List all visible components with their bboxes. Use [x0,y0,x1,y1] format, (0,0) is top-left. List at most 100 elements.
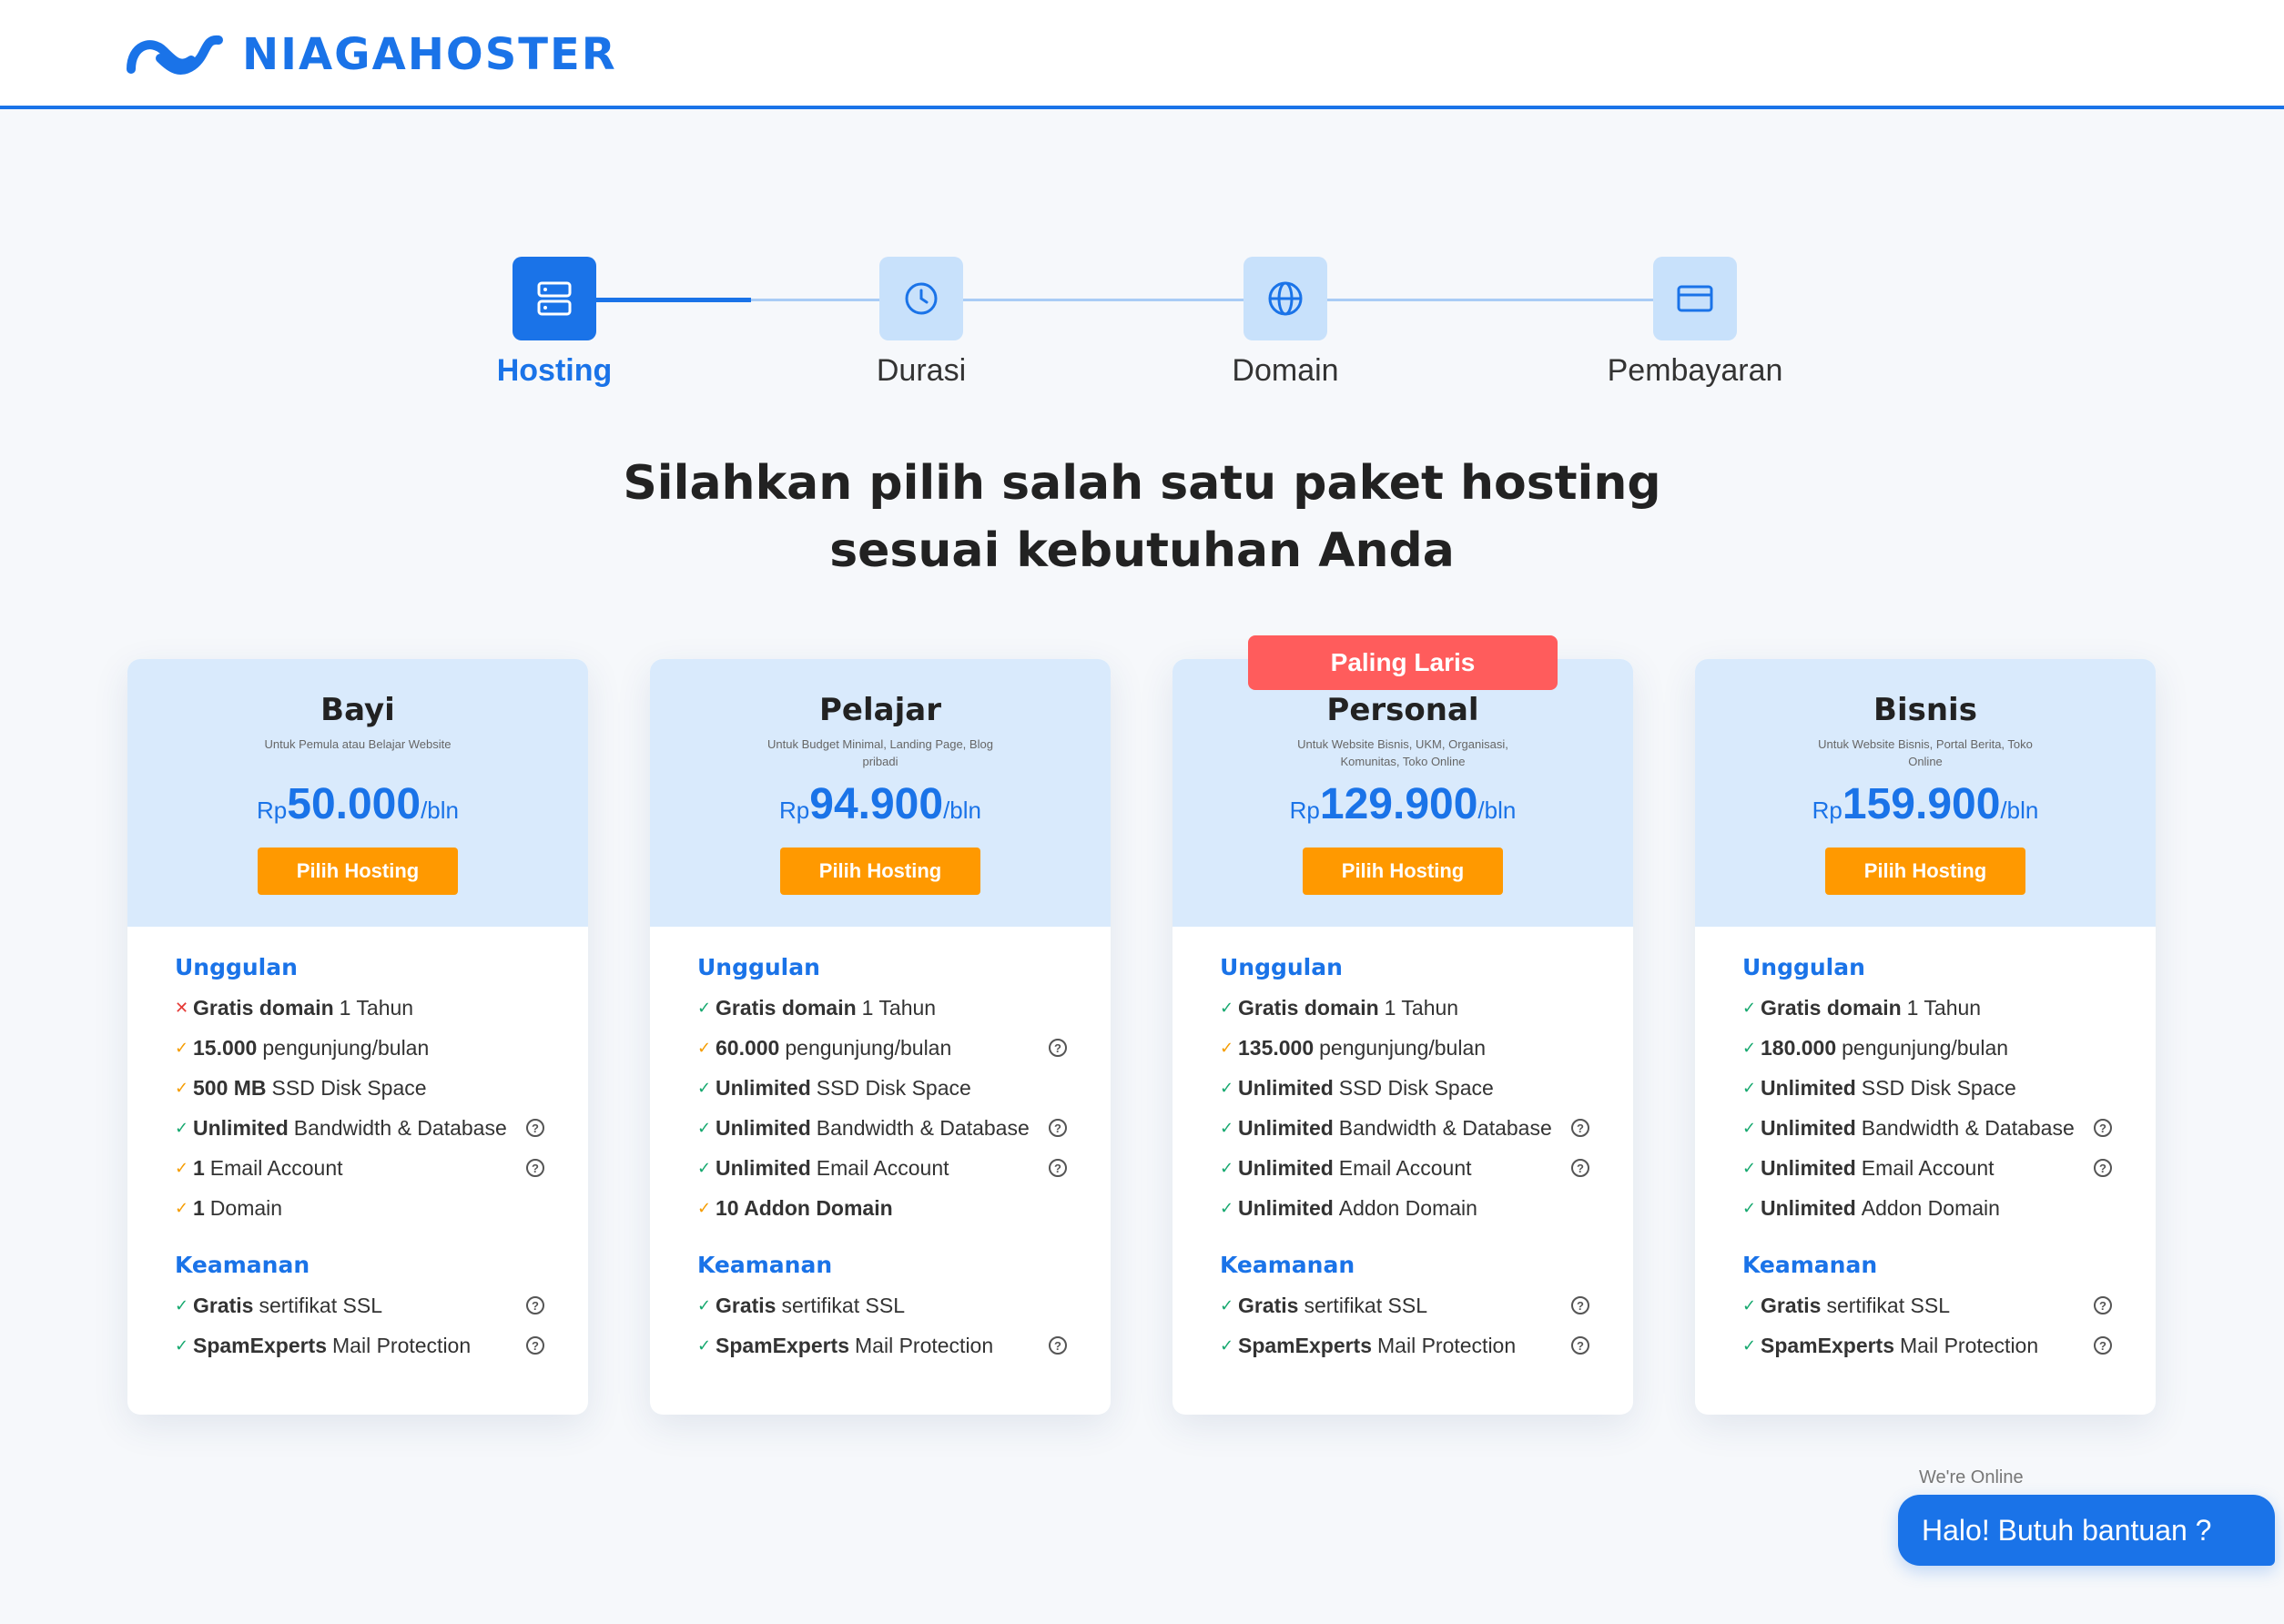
help-icon[interactable]: ? [2094,1336,2112,1355]
check-icon: ✓ [697,1158,712,1177]
section-title-unggulan: Unggulan [175,954,298,980]
feature-highlight: Unlimited [1761,1075,1856,1100]
step-domain-box [1244,257,1327,340]
check-icon: ✓ [1742,1038,1757,1057]
brand-logo[interactable]: NIAGAHOSTER [124,29,617,80]
step-label: Durasi [876,353,967,388]
help-icon[interactable]: ? [1049,1039,1067,1057]
feature-text: SSD Disk Space [1861,1075,2016,1100]
help-icon[interactable]: ? [1571,1296,1589,1314]
globe-icon [1268,281,1303,316]
feature-text: Mail Protection [1900,1333,2039,1357]
plan-header: Pelajar Untuk Budget Minimal, Landing Pa… [650,659,1111,927]
feature-text: Bandwidth & Database [1861,1115,2075,1140]
feature-highlight: Gratis [716,1293,777,1317]
feature-highlight: Unlimited [1761,1195,1856,1220]
plan-card-bisnis: Bisnis Untuk Website Bisnis, Portal Beri… [1695,659,2156,1415]
check-icon: ✓ [1220,1295,1234,1314]
feature-highlight: Gratis [1761,1293,1822,1317]
feature-text: Bandwidth & Database [816,1115,1030,1140]
step-hosting-box [513,257,596,340]
choose-hosting-button[interactable]: Pilih Hosting [1825,848,2025,895]
check-icon: ✓ [1220,1335,1234,1355]
help-icon[interactable]: ? [526,1336,544,1355]
feature-highlight: SpamExperts [1761,1333,1895,1357]
check-icon: ✓ [1220,1158,1234,1177]
feature-text: Bandwidth & Database [1338,1115,1552,1140]
feature-row: ✓ Gratis sertifikat SSL ? [175,1285,544,1325]
feature-text: pengunjung/bulan [1319,1035,1487,1060]
help-icon[interactable]: ? [1571,1159,1589,1177]
feature-text: Addon Domain [1338,1195,1477,1220]
step-domain[interactable]: Domain [1149,257,1422,389]
feature-highlight: Gratis domain [1238,995,1379,1020]
choose-hosting-button[interactable]: Pilih Hosting [258,848,458,895]
plan-features: Unggulan ✓ Gratis domain 1 Tahun ✓ 60.00… [650,927,1111,1365]
feature-text: sertifikat SSL [259,1293,382,1317]
feature-row: ✓ Unlimited Addon Domain [1742,1188,2108,1228]
section-title-unggulan: Unggulan [1742,954,1865,980]
feature-row: ✓ SpamExperts Mail Protection ? [175,1325,544,1365]
feature-text: 1 Tahun [1906,995,1982,1020]
choose-hosting-button[interactable]: Pilih Hosting [1303,848,1503,895]
step-hosting[interactable]: Hosting [418,257,691,389]
feature-row: ✓ Gratis sertifikat SSL [697,1285,1063,1325]
check-icon: ✓ [175,1198,189,1217]
step-durasi[interactable]: Durasi [785,257,1058,389]
check-icon: ✓ [697,1335,712,1355]
chat-widget-button[interactable]: Halo! Butuh bantuan ? [1898,1495,2275,1566]
feature-highlight: SpamExperts [1238,1333,1373,1357]
page-title-line2: sesuai kebutuhan Anda [829,523,1455,578]
feature-text: Email Account [1861,1155,1995,1180]
feature-row: ✓ Unlimited SSD Disk Space [1220,1068,1586,1108]
feature-highlight: Unlimited [716,1115,811,1140]
section-title-unggulan: Unggulan [1220,954,1343,980]
feature-text: 1 Tahun [339,995,414,1020]
check-icon: ✓ [175,1118,189,1137]
feature-row: ✓ 60.000 pengunjung/bulan ? [697,1028,1067,1068]
help-icon[interactable]: ? [526,1159,544,1177]
feature-text: Mail Protection [1377,1333,1517,1357]
section-title-keamanan: Keamanan [1742,1252,1878,1278]
plan-header: Paling Laris Personal Untuk Website Bisni… [1172,635,1633,927]
plan-price: Rp159.900/bln [1695,779,2156,829]
check-icon: ✓ [697,1038,712,1057]
feature-text: 1 Tahun [861,995,937,1020]
feature-highlight: 1 [193,1155,205,1180]
check-icon: ✓ [1220,1078,1234,1097]
plan-card-pelajar: Pelajar Untuk Budget Minimal, Landing Pa… [650,659,1111,1415]
help-icon[interactable]: ? [526,1296,544,1314]
checkout-stepper: Hosting Durasi Domain Pembayaran [0,257,2284,402]
step-pembayaran[interactable]: Pembayaran [1558,257,1832,389]
price-currency: Rp [1812,797,1842,824]
help-icon[interactable]: ? [2094,1159,2112,1177]
feature-text: sertifikat SSL [781,1293,905,1317]
help-icon[interactable]: ? [1049,1159,1067,1177]
help-icon[interactable]: ? [526,1119,544,1137]
plan-card-personal: Paling Laris Personal Untuk Website Bisni… [1172,635,1633,1415]
feature-highlight: Unlimited [1238,1075,1334,1100]
help-icon[interactable]: ? [1571,1336,1589,1355]
plan-price: Rp50.000/bln [127,779,588,829]
clock-icon [905,282,938,315]
step-durasi-box [879,257,963,340]
plan-description: Untuk Website Bisnis, Portal Berita, Tok… [1818,737,2033,768]
price-amount: 159.900 [1842,780,2001,828]
help-icon[interactable]: ? [1049,1336,1067,1355]
price-amount: 94.900 [809,780,944,828]
feature-row: ✓ Gratis sertifikat SSL ? [1220,1285,1589,1325]
section-title-keamanan: Keamanan [175,1252,310,1278]
choose-hosting-button[interactable]: Pilih Hosting [780,848,980,895]
check-icon: ✓ [697,1078,712,1097]
feature-highlight: Unlimited [1761,1115,1856,1140]
section-title-keamanan: Keamanan [697,1252,833,1278]
feature-row: ✓ 180.000 pengunjung/bulan [1742,1028,2108,1068]
feature-highlight: 60.000 [716,1035,780,1060]
help-icon[interactable]: ? [2094,1119,2112,1137]
step-label: Pembayaran [1607,353,1783,388]
check-icon: ✓ [697,1295,712,1314]
help-icon[interactable]: ? [1571,1119,1589,1137]
help-icon[interactable]: ? [2094,1296,2112,1314]
help-icon[interactable]: ? [1049,1119,1067,1137]
check-icon: ✓ [1220,1038,1234,1057]
